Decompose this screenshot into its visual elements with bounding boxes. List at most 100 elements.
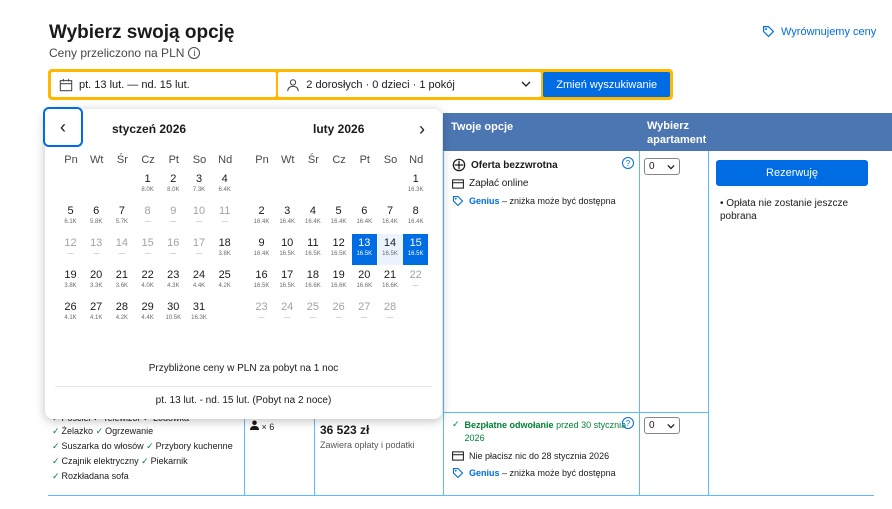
calendar-day[interactable]: 26 4.1K xyxy=(58,298,83,329)
calendar-day[interactable]: 15 16.5K xyxy=(403,234,429,265)
genius-label: Genius xyxy=(469,196,500,206)
calendar-day[interactable]: 6 16.4K xyxy=(352,202,377,233)
change-search-button[interactable]: Zmień wyszukiwanie xyxy=(543,72,670,97)
search-bar: pt. 13 lut. — nd. 15 lut. 2 dorosłych · … xyxy=(48,69,673,100)
help-icon[interactable]: ? xyxy=(622,157,634,169)
calendar-day[interactable]: 8 16.4K xyxy=(403,202,428,233)
room-count-select[interactable]: 0 xyxy=(644,417,680,434)
pay-later-row: Nie płacisz nic do 28 stycznia 2026 xyxy=(452,451,637,461)
day-number: 23 xyxy=(167,269,180,281)
weekday-label: Wt xyxy=(280,154,295,166)
day-number: 15 xyxy=(141,237,154,249)
calendar-day[interactable]: 2 8.0K xyxy=(161,170,186,201)
day-price: 16.4K xyxy=(305,219,321,225)
next-month-button[interactable]: › xyxy=(412,119,432,139)
chevron-down-icon xyxy=(667,423,675,428)
tag-icon xyxy=(452,195,464,207)
day-price: 3.6K xyxy=(115,283,129,289)
calendar-day[interactable]: 20 3.3K xyxy=(84,266,109,297)
day-price: — xyxy=(144,219,151,225)
chevron-right-icon: › xyxy=(419,118,425,139)
day-price: — xyxy=(118,251,125,257)
calendar-day[interactable]: 21 16.6K xyxy=(378,266,403,297)
calendar-day[interactable]: 3 7.3K xyxy=(187,170,212,201)
weekday-label: So xyxy=(192,154,207,166)
date-field[interactable]: pt. 13 lut. — nd. 15 lut. xyxy=(51,72,277,97)
calendar-day[interactable]: 11 16.5K xyxy=(300,234,325,265)
calendar-day[interactable]: 7 16.4K xyxy=(378,202,403,233)
calendar-day[interactable]: 16 16.5K xyxy=(249,266,274,297)
day-number: 13 xyxy=(90,237,103,249)
calendar-day[interactable]: 6 5.8K xyxy=(84,202,109,233)
price-match-link[interactable]: Wyrównujemy ceny xyxy=(762,25,876,38)
room-count-value: 0 xyxy=(649,161,655,172)
option-nonrefundable: Oferta bezzwrotna Zapłać online Genius –… xyxy=(452,158,637,213)
calendar-day[interactable]: 2 16.4K xyxy=(249,202,274,233)
weekday-label: Pt xyxy=(168,154,179,166)
calendar-day[interactable]: 17 16.5K xyxy=(275,266,300,297)
prev-month-button[interactable]: ‹ xyxy=(43,107,83,147)
calendar-day[interactable]: 23 4.3K xyxy=(161,266,186,297)
amenity-row: ✓ Żelazko ✓ Ogrzewanie xyxy=(52,426,154,436)
amenity-text: Suszarka do włosów xyxy=(61,441,144,451)
calendar-day[interactable]: 30 10.5K xyxy=(161,298,186,329)
calendar-day[interactable]: 14 16.5K xyxy=(377,234,403,265)
day-number: 5 xyxy=(67,205,74,217)
calendar-day[interactable]: 4 16.4K xyxy=(300,202,325,233)
day-price: 16.6K xyxy=(356,283,373,289)
calendar-day[interactable]: 13 16.5K xyxy=(351,234,377,265)
calendar-day[interactable]: 18 16.6K xyxy=(300,266,325,297)
reserve-note-text: Opłata nie zostanie jeszcze pobrana xyxy=(720,198,849,222)
person-icon xyxy=(287,78,300,91)
calendar-day[interactable]: 22 4.0K xyxy=(135,266,160,297)
weekday-label: Śr xyxy=(307,154,319,166)
check-icon: ✓ xyxy=(452,419,460,429)
calendar-day[interactable]: 1 8.0K xyxy=(135,170,160,201)
calendar-day[interactable]: 31 16.3K xyxy=(187,298,212,329)
calendar-day: 24 — xyxy=(275,298,300,329)
calendar-day[interactable]: 20 16.6K xyxy=(352,266,377,297)
calendar-day[interactable]: 19 16.6K xyxy=(326,266,351,297)
day-price: 16.4K xyxy=(279,219,296,225)
reserve-button[interactable]: Rezerwuję xyxy=(716,160,868,186)
calendar-day[interactable]: 7 5.7K xyxy=(109,202,134,233)
calendar-day[interactable]: 21 3.6K xyxy=(109,266,134,297)
calendar-day: 10 — xyxy=(187,202,212,233)
price-approx-note: Przybliżone ceny w PLN za pobyt na 1 noc xyxy=(148,363,339,374)
calendar-day[interactable]: 3 16.4K xyxy=(275,202,300,233)
day-number: 2 xyxy=(258,205,265,217)
person-icon xyxy=(250,420,259,430)
info-icon[interactable]: i xyxy=(188,47,201,59)
day-price: — xyxy=(221,219,228,225)
day-number: 22 xyxy=(141,269,154,281)
calendar-day[interactable]: 24 4.4K xyxy=(187,266,212,297)
calendar-day: 23 — xyxy=(249,298,274,329)
guests-field[interactable]: 2 dorosłych · 0 dzieci · 1 pokój xyxy=(278,72,542,97)
calendar-day[interactable]: 1 16.3K xyxy=(403,170,428,201)
room-count-select[interactable]: 0 xyxy=(644,158,680,175)
day-number: 21 xyxy=(383,269,397,281)
calendar-day[interactable]: 29 4.4K xyxy=(135,298,160,329)
calendar-day[interactable]: 25 4.2K xyxy=(212,266,237,297)
no-refund-icon xyxy=(452,158,466,172)
calendar-day[interactable]: 10 16.5K xyxy=(275,234,300,265)
calendar-day[interactable]: 28 4.2K xyxy=(109,298,134,329)
calendar-day[interactable]: 5 6.1K xyxy=(58,202,83,233)
day-number: 4 xyxy=(309,205,316,217)
calendar-day[interactable]: 19 3.8K xyxy=(58,266,83,297)
day-price: 16.4K xyxy=(253,251,270,257)
page-title: Wybierz swoją opcję xyxy=(49,22,235,43)
day-price: 16.4K xyxy=(356,219,373,225)
calendar-day[interactable]: 5 16.4K xyxy=(326,202,351,233)
help-icon[interactable]: ? xyxy=(622,417,634,429)
month-title-january: styczeń 2026 xyxy=(112,122,187,136)
day-price: 4.1K xyxy=(64,315,77,321)
pay-online-row: Zapłać online xyxy=(452,178,637,189)
calendar-day[interactable]: 27 4.1K xyxy=(84,298,109,329)
calendar-day[interactable]: 9 16.4K xyxy=(249,234,274,265)
calendar-day[interactable]: 4 6.4K xyxy=(212,170,237,201)
calendar-day[interactable]: 12 16.5K xyxy=(326,234,351,265)
calendar-day[interactable]: 18 3.8K xyxy=(212,234,237,265)
calendar-day: 14 — xyxy=(109,234,134,265)
day-number: 19 xyxy=(332,269,345,281)
